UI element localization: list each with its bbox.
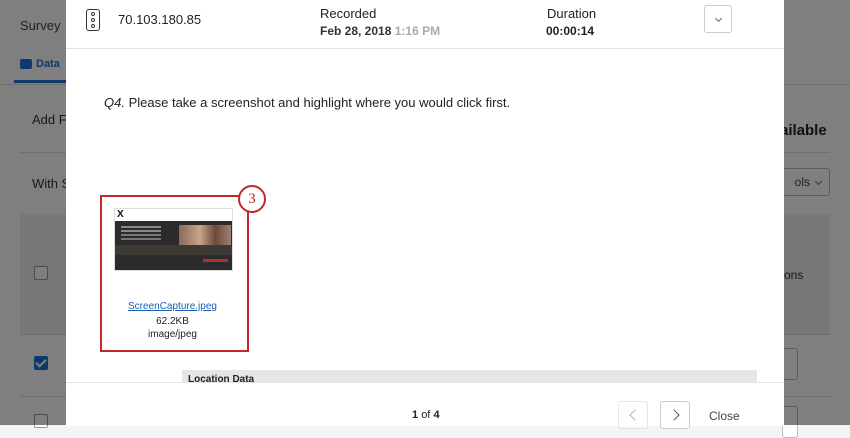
pager-current: 1 <box>412 409 419 421</box>
question-text: Q4. Please take a screenshot and highlig… <box>104 95 510 110</box>
pager-total: 4 <box>433 409 440 421</box>
duration-label: Duration <box>547 6 597 21</box>
recorded-label: Recorded <box>320 6 377 21</box>
file-size: 62.2KB <box>156 316 189 327</box>
device-icon <box>86 9 100 31</box>
pager-indicator: 1 of 4 <box>412 409 440 421</box>
file-type: image/jpeg <box>148 329 197 340</box>
recorded-value: Feb 28, 2018 1:16 PM <box>320 24 440 38</box>
close-button[interactable]: Close <box>709 409 740 423</box>
step-badge: 3 <box>238 185 266 213</box>
chevron-left-icon <box>628 409 641 421</box>
location-data-section: Location Data <box>182 370 757 382</box>
logo-icon: X <box>117 209 124 220</box>
modal-footer: 1 of 4 Close <box>66 382 784 429</box>
ip-address: 70.103.180.85 <box>118 12 202 27</box>
screenshot-thumbnail[interactable]: X <box>114 208 233 271</box>
response-modal: 70.103.180.85 Recorded Feb 28, 2018 1:16… <box>66 0 784 429</box>
duration-value: 00:00:14 <box>546 24 595 38</box>
location-data-label: Location Data <box>188 374 255 382</box>
chevron-right-icon <box>667 409 680 421</box>
recorded-time: 1:16 PM <box>394 24 441 38</box>
modal-header: 70.103.180.85 Recorded Feb 28, 2018 1:16… <box>66 0 784 49</box>
file-download-link[interactable]: ScreenCapture.jpeg <box>100 301 245 312</box>
chevron-down-icon <box>714 14 722 22</box>
recorded-date: Feb 28, 2018 <box>320 24 392 38</box>
question-body: Please take a screenshot and highlight w… <box>128 95 511 110</box>
question-number: Q4. <box>104 95 125 110</box>
response-options-button[interactable] <box>704 5 732 33</box>
pager-of: of <box>421 409 431 421</box>
